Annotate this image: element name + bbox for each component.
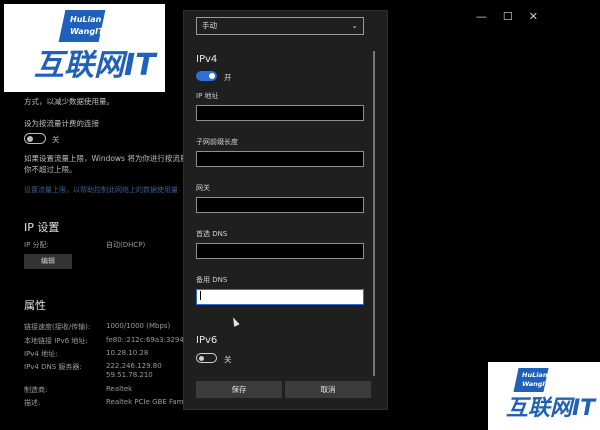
prop-key: IPv4 DNS 服务器: [24,363,82,371]
chevron-down-icon: ⌄ [351,21,358,30]
preferred-dns-label: 首选 DNS [196,230,228,238]
prop-value: fe80::212c:69a3:3294:5 [106,336,191,344]
ip-settings-title: IP 设置 [24,221,60,234]
prop-value: Realtek [106,385,133,393]
limit-text-2: 你不超过上限。 [24,165,77,174]
gateway-input[interactable] [196,197,364,213]
prop-key: IPv4 地址: [24,350,58,358]
ip-mode-select[interactable]: 手动 ⌄ [196,17,364,35]
metered-toggle[interactable] [24,133,46,144]
watermark-sub1: HuLian [70,15,102,24]
watermark-text: 互联网IT [34,48,156,83]
watermark-sub2: WangIT [70,27,104,36]
metered-toggle-label: 关 [52,135,60,144]
ipv4-toggle[interactable] [196,71,217,81]
minimize-icon[interactable]: — [476,10,487,23]
ip-address-label: IP 地址 [196,92,219,100]
watermark-logo: HuLian WangIT 互联网IT [4,4,165,92]
cancel-button[interactable]: 取消 [285,381,371,398]
prop-value: 222.246.129.80 [106,362,162,370]
edit-button[interactable]: 编辑 [24,254,72,269]
prop-key: 本地链接 IPv6 地址: [24,337,88,345]
watermark-text: 互联网IT [506,396,596,421]
ip-mode-value: 手动 [202,21,217,30]
alternate-dns-input[interactable] [196,289,364,305]
prop-value: Realtek PCIe GBE Famil [106,398,188,406]
text-caret [200,291,201,300]
close-icon[interactable]: ✕ [529,10,538,23]
alternate-dns-label: 备用 DNS [196,276,228,284]
subnet-prefix-label: 子网前缀长度 [196,138,238,146]
prop-key: 制造商: [24,386,48,394]
prop-value: 10.28.10.28 [106,349,149,357]
preferred-dns-input[interactable] [196,243,364,259]
ip-address-input[interactable] [196,105,364,121]
subnet-prefix-input[interactable] [196,151,364,167]
ipv6-title: IPv6 [196,335,218,346]
ipv4-toggle-label: 开 [224,73,232,82]
ip-assign-label: IP 分配: [24,241,49,249]
maximize-icon[interactable]: ☐ [503,10,513,23]
ip-assign-value: 自动(DHCP) [106,241,146,249]
prop-key: 链接速度(接收/传输): [24,323,91,331]
ipv6-toggle-label: 关 [224,355,232,364]
properties-title: 属性 [24,299,46,312]
gateway-label: 网关 [196,184,210,192]
dialog-scrollbar[interactable] [373,51,375,376]
watermark-logo: HuLian WangIT 互联网IT [488,362,600,430]
window-controls: — ☐ ✕ [476,10,538,23]
metered-label: 设为按流量计费的连接 [24,119,99,128]
watermark-sub1: HuLian [522,371,548,379]
ipv6-toggle[interactable] [196,353,217,363]
prop-value: 59.51.78.210 [106,371,153,379]
data-limit-link[interactable]: 设置流量上限，以帮助控制此网络上的数据使用量 [24,185,178,195]
watermark-sub2: WangIT [522,380,550,388]
prop-key: 描述: [24,399,41,407]
ipv4-title: IPv4 [196,54,218,65]
metered-desc: 方式，以减少数据使用量。 [24,97,114,106]
edit-ip-dialog: 手动 ⌄ IPv4 开 IP 地址 子网前缀长度 网关 首选 DNS 备用 DN… [183,10,388,410]
save-button[interactable]: 保存 [196,381,282,398]
prop-value: 1000/1000 (Mbps) [106,322,171,330]
